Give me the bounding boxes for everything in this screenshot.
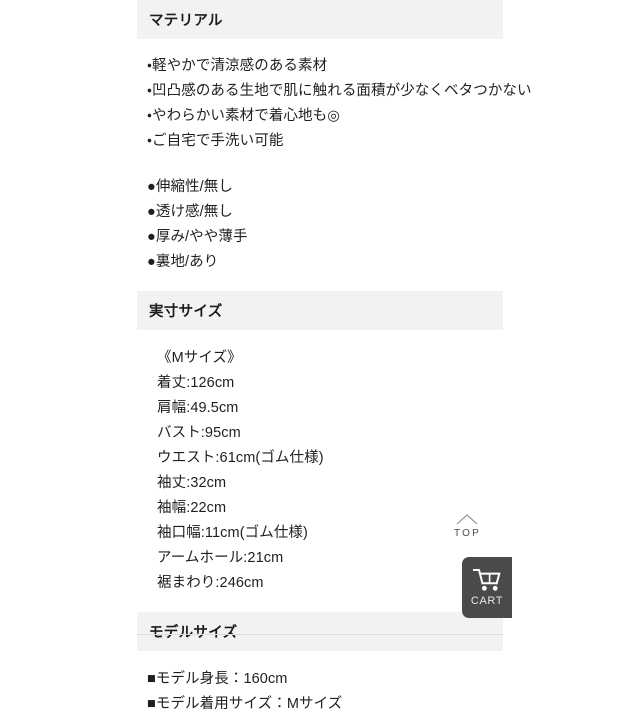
section-header-measurements: 実寸サイズ bbox=[137, 291, 503, 330]
section-title-measurements: 実寸サイズ bbox=[149, 304, 223, 320]
measurement-row: 裾まわり:246cm bbox=[157, 575, 264, 591]
section-body-material: ・軽やかで清涼感のある素材 ・凹凸感のある生地で肌に触れる面積が少なくベタつかな… bbox=[137, 39, 532, 291]
section-body-measurements: 《Mサイズ》 着丈:126cm 肩幅:49.5cm バスト:95cm ウエスト:… bbox=[137, 330, 503, 612]
material-feature-line: ・凹凸感のある生地で肌に触れる面積が少なくベタつかない bbox=[147, 83, 532, 99]
product-detail-page: マテリアル ・軽やかで清涼感のある素材 ・凹凸感のある生地で肌に触れる面積が少な… bbox=[137, 0, 532, 712]
section-title-material: マテリアル bbox=[149, 13, 223, 29]
back-to-top-button[interactable]: TOP bbox=[443, 503, 490, 550]
cart-button[interactable]: CART bbox=[462, 557, 512, 618]
section-title-model-size: モデルサイズ bbox=[149, 625, 238, 641]
shopping-cart-icon bbox=[473, 568, 501, 593]
back-to-top-label: TOP bbox=[454, 528, 481, 539]
measurement-row: 着丈:126cm bbox=[157, 375, 235, 391]
material-spec-line: ●透け感/無し bbox=[147, 204, 233, 220]
measurement-size-label: 《Mサイズ》 bbox=[157, 350, 242, 366]
material-feature-line: ・軽やかで清涼感のある素材 bbox=[147, 58, 328, 74]
material-spec-line: ●厚み/やや薄手 bbox=[147, 229, 248, 245]
measurement-row: バスト:95cm bbox=[157, 425, 241, 441]
measurement-row: アームホール:21cm bbox=[157, 550, 284, 566]
chevron-up-icon bbox=[456, 514, 478, 525]
bottom-divider bbox=[137, 634, 503, 635]
measurements-bottom-gap bbox=[147, 596, 503, 612]
material-spec-line: ●裏地/あり bbox=[147, 254, 219, 270]
material-gap bbox=[147, 154, 503, 175]
material-spec-line: ●伸縮性/無し bbox=[147, 179, 233, 195]
measurement-row: 袖丈:32cm bbox=[157, 475, 227, 491]
section-header-material: マテリアル bbox=[137, 0, 503, 39]
material-feature-line: ・ご自宅で手洗い可能 bbox=[147, 133, 284, 149]
section-body-model-size: ■モデル身長：160cm ■モデル着用サイズ：Mサイズ bbox=[137, 651, 503, 717]
model-info-line: ■モデル着用サイズ：Mサイズ bbox=[147, 696, 343, 712]
cart-button-label: CART bbox=[470, 595, 504, 607]
material-feature-line: ・やわらかい素材で着心地も◎ bbox=[147, 108, 340, 124]
measurement-row: ウエスト:61cm(ゴム仕様) bbox=[157, 450, 324, 466]
measurement-row: 肩幅:49.5cm bbox=[157, 400, 239, 416]
section-header-model-size: モデルサイズ bbox=[137, 612, 503, 651]
model-info-line: ■モデル身長：160cm bbox=[147, 671, 288, 687]
material-bottom-gap bbox=[147, 275, 503, 291]
